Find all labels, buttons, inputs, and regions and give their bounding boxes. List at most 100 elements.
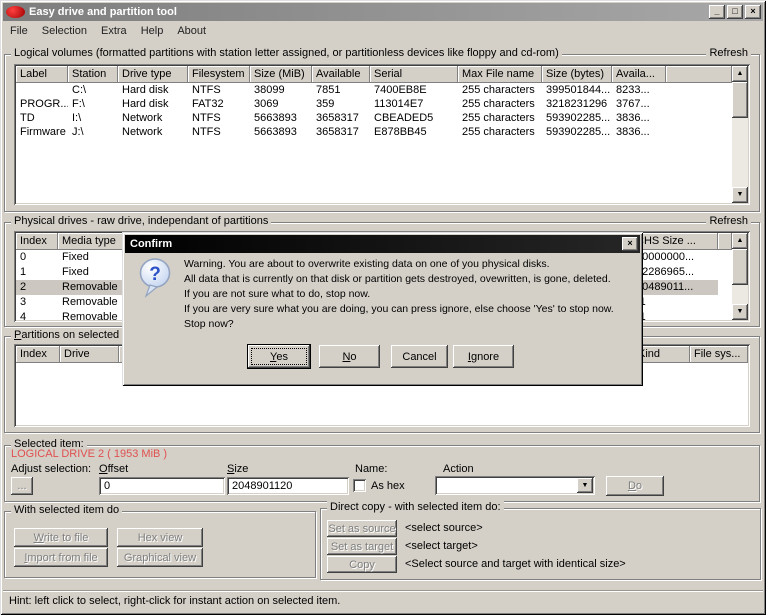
table-cell: 7851 [312, 83, 370, 97]
table-cell: 5663893 [250, 125, 312, 139]
table-cell: 3836... [612, 125, 666, 139]
table-row[interactable]: Firmware J:\ Network NTFS 5663893 365831… [16, 125, 732, 139]
yes-button[interactable]: Yes [248, 345, 310, 368]
hint-text: Hint: left click to select, right-click … [9, 595, 340, 607]
column-header[interactable]: Station [68, 66, 118, 83]
physical-drives-title: Physical drives - raw drive, independant… [11, 215, 271, 227]
offset-input[interactable]: 0 [99, 477, 225, 495]
menu-about[interactable]: About [170, 23, 213, 39]
dialog-message-line: If you are very sure what you are doing,… [184, 303, 614, 315]
table-cell: 40000000... [632, 250, 718, 265]
column-header[interactable]: Serial [370, 66, 458, 83]
table-cell: PROGR... [16, 97, 68, 111]
column-header[interactable]: CHS Size ... [632, 233, 718, 250]
column-header[interactable]: Drive [60, 346, 119, 363]
write-to-file-button[interactable]: Write to file [14, 528, 108, 547]
do-button[interactable]: Do [606, 476, 664, 496]
table-cell: 255 characters [458, 125, 542, 139]
hex-view-button[interactable]: Hex view [117, 528, 203, 547]
size-label: Size [227, 463, 248, 475]
title-bar[interactable]: Easy drive and partition tool _ □ × [3, 3, 763, 21]
table-cell: 255 characters [458, 111, 542, 125]
logical-volumes-table: Label Station Drive type Filesystem Size… [14, 64, 750, 205]
column-header[interactable]: Max File name [458, 66, 542, 83]
dialog-message-line: If you are not sure what to do, stop now… [184, 288, 370, 300]
as-hex-checkbox[interactable] [353, 479, 366, 492]
table-cell: 3836... [612, 111, 666, 125]
scroll-down-icon[interactable]: ▼ [732, 304, 748, 320]
table-cell: 3767... [612, 97, 666, 111]
table-cell: Network [118, 111, 188, 125]
table-cell: Hard disk [118, 83, 188, 97]
table-cell: Hard disk [118, 97, 188, 111]
window-title: Easy drive and partition tool [29, 6, 177, 18]
column-header[interactable]: Size (MiB) [250, 66, 312, 83]
graphical-view-button[interactable]: Graphical view [117, 548, 203, 567]
column-header[interactable]: Index [16, 346, 60, 363]
table-cell: Firmware [16, 125, 68, 139]
column-header-filler [666, 66, 732, 83]
column-header[interactable]: Availa... [612, 66, 666, 83]
table-header-row: Label Station Drive type Filesystem Size… [16, 66, 732, 83]
table-cell: 3658317 [312, 111, 370, 125]
import-from-file-button[interactable]: Import from file [14, 548, 108, 567]
cancel-button[interactable]: Cancel [391, 345, 448, 368]
column-header[interactable]: File sys... [690, 346, 748, 363]
table-cell: J:\ [68, 125, 118, 139]
vertical-scrollbar[interactable]: ▲ ▼ [732, 66, 748, 203]
column-header[interactable]: Index [16, 233, 58, 250]
table-cell: 359 [312, 97, 370, 111]
column-header[interactable]: Available [312, 66, 370, 83]
table-cell: Network [118, 125, 188, 139]
size-input[interactable]: 2048901120 [227, 477, 349, 495]
column-header[interactable]: Drive type [118, 66, 188, 83]
close-button-icon[interactable]: × [745, 5, 761, 19]
dialog-message-line: Stop now? [184, 318, 234, 330]
menu-help[interactable]: Help [134, 23, 171, 39]
copy-button[interactable]: Copy [327, 556, 397, 573]
table-cell: -1 [632, 295, 718, 310]
table-cell: 8233... [612, 83, 666, 97]
logical-volumes-title: Logical volumes (formatted partitions wi… [11, 47, 562, 59]
set-as-target-button[interactable]: Set as target [327, 538, 397, 555]
column-header[interactable]: Size (bytes) [542, 66, 612, 83]
scrollbar-thumb[interactable] [732, 82, 748, 118]
scrollbar-thumb[interactable] [732, 249, 748, 285]
column-header[interactable]: Label [16, 66, 68, 83]
table-cell: 3658317 [312, 125, 370, 139]
set-as-source-button[interactable]: Set as source [327, 520, 397, 537]
table-cell: 2 [16, 280, 58, 295]
table-cell: 113014E7 [370, 97, 458, 111]
copy-status: <Select source and target with identical… [405, 558, 626, 570]
chevron-down-icon[interactable]: ▼ [577, 478, 593, 493]
table-cell: 3069 [250, 97, 312, 111]
minimize-button-icon[interactable]: _ [709, 5, 725, 19]
physical-drives-refresh[interactable]: Refresh [706, 215, 751, 227]
partitions-title: Partitions on selected d [11, 329, 131, 341]
menu-extra[interactable]: Extra [94, 23, 134, 39]
table-cell: 593902285... [542, 125, 612, 139]
table-row[interactable]: TD I:\ Network NTFS 5663893 3658317 CBEA… [16, 111, 732, 125]
column-header[interactable]: Filesystem [188, 66, 250, 83]
table-cell: TD [16, 111, 68, 125]
dialog-close-icon[interactable]: × [622, 237, 638, 251]
no-button[interactable]: No [319, 345, 380, 368]
table-cell: 0 [16, 250, 58, 265]
logical-volumes-group: Logical volumes (formatted partitions wi… [4, 54, 760, 212]
scroll-down-icon[interactable]: ▼ [732, 187, 748, 203]
action-combobox[interactable]: ▼ [435, 476, 595, 495]
table-cell: 4 [16, 310, 58, 325]
table-row[interactable]: PROGR... F:\ Hard disk FAT32 3069 359 11… [16, 97, 732, 111]
scroll-up-icon[interactable]: ▲ [732, 233, 748, 249]
menu-file[interactable]: File [3, 23, 35, 39]
table-cell: I:\ [68, 111, 118, 125]
menu-selection[interactable]: Selection [35, 23, 94, 39]
logical-volumes-refresh[interactable]: Refresh [706, 47, 751, 59]
vertical-scrollbar[interactable]: ▲ ▼ [732, 233, 748, 320]
scroll-up-icon[interactable]: ▲ [732, 66, 748, 82]
maximize-button-icon[interactable]: □ [727, 5, 743, 19]
dialog-title-bar[interactable]: Confirm × [125, 235, 640, 253]
adjust-selection-button[interactable]: ... [11, 477, 33, 495]
table-row[interactable]: C:\ Hard disk NTFS 38099 7851 7400EB8E 2… [16, 83, 732, 97]
ignore-button[interactable]: Ignore [453, 345, 514, 368]
